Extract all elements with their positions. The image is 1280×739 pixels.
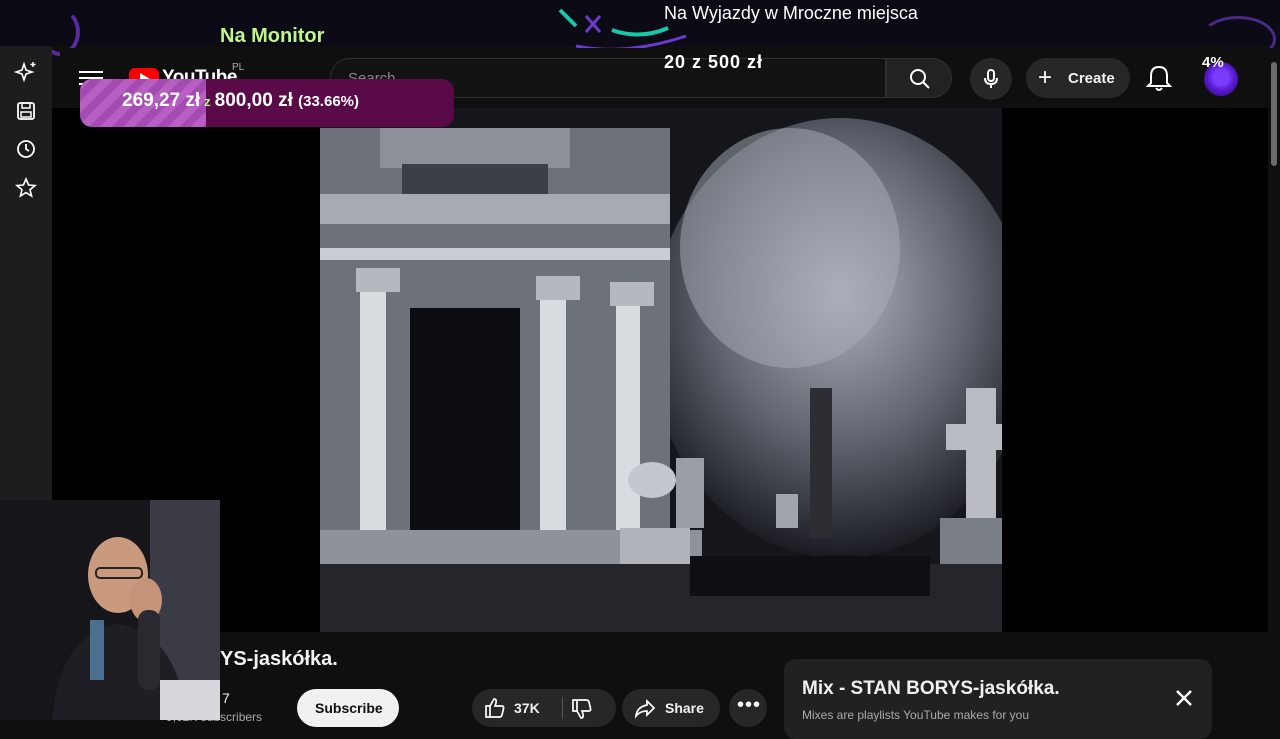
history-icon[interactable] bbox=[14, 137, 38, 161]
save-icon[interactable] bbox=[14, 99, 38, 123]
video-title: YS-jaskółka. bbox=[220, 648, 338, 670]
microphone-icon bbox=[984, 69, 998, 88]
channel-name-fragment[interactable]: 7 bbox=[222, 690, 230, 706]
share-label: Share bbox=[665, 700, 704, 716]
search-button[interactable] bbox=[886, 58, 952, 98]
create-label: Create bbox=[1068, 70, 1115, 87]
streamer-person-image bbox=[0, 500, 220, 720]
donation-separator: z bbox=[204, 94, 211, 109]
like-count[interactable]: 37K bbox=[514, 700, 540, 716]
like-icon[interactable] bbox=[483, 696, 507, 720]
voice-search-button[interactable] bbox=[970, 58, 1012, 100]
close-icon[interactable] bbox=[1172, 686, 1196, 710]
search-icon bbox=[910, 69, 930, 89]
video-frame-cemetery-mausoleum[interactable] bbox=[320, 108, 1002, 632]
share-icon bbox=[634, 698, 656, 719]
subscribe-label: Subscribe bbox=[315, 700, 383, 716]
donation-current: 269,27 zł bbox=[122, 90, 201, 111]
donation-text: 269,27 zł z 800,00 zł (33.66%) bbox=[122, 90, 359, 112]
scrollbar-thumb[interactable] bbox=[1271, 62, 1277, 166]
donation-percent: (33.66%) bbox=[298, 93, 359, 110]
donation-target: 800,00 zł bbox=[214, 90, 293, 111]
more-dots-icon: ••• bbox=[737, 694, 762, 716]
goal-title: Na Wyjazdy w Mroczne miejsca bbox=[664, 3, 918, 23]
menu-bar-icon bbox=[79, 71, 103, 73]
plus-icon: + bbox=[1038, 64, 1053, 91]
country-code: PL bbox=[232, 62, 245, 73]
streamer-webcam bbox=[0, 500, 220, 720]
dislike-icon[interactable] bbox=[570, 697, 594, 721]
star-icon[interactable] bbox=[14, 176, 38, 200]
overlay-title: Na Monitor bbox=[220, 25, 325, 47]
sparkle-icon[interactable] bbox=[14, 60, 38, 84]
mix-title[interactable]: Mix - STAN BORYS-jaskółka. bbox=[802, 678, 1060, 700]
video-still-image bbox=[320, 108, 1002, 632]
goal-percent: 4% bbox=[1202, 54, 1224, 71]
goal-amount: 20 z 500 zł bbox=[664, 52, 764, 72]
like-divider bbox=[562, 697, 563, 719]
notifications-bell-icon[interactable] bbox=[1146, 64, 1172, 92]
